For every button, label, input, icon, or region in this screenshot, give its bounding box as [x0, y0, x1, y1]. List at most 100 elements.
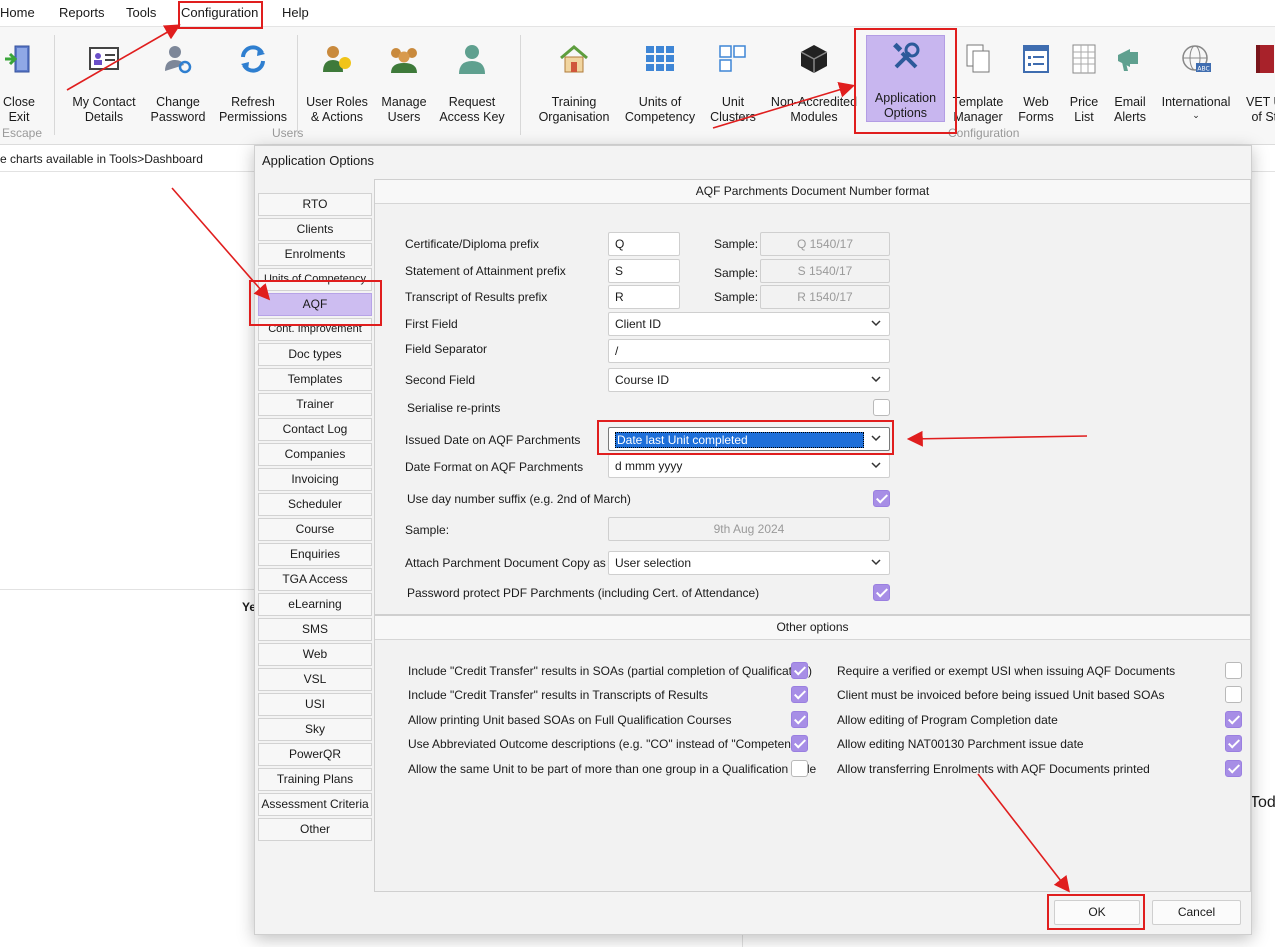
sidebar-item-vsl[interactable]: VSL: [258, 668, 372, 691]
sidebar-item-rto[interactable]: RTO: [258, 193, 372, 216]
option-checkbox[interactable]: [1225, 735, 1242, 752]
date-format-select[interactable]: d mmm yyyy: [608, 454, 890, 478]
sidebar-item-invoicing[interactable]: Invoicing: [258, 468, 372, 491]
first-field-select[interactable]: Client ID: [608, 312, 890, 336]
sidebar-item-cont-improvement[interactable]: Cont. Improvement: [258, 318, 372, 341]
sidebar-item-training-plans[interactable]: Training Plans: [258, 768, 372, 791]
my-contact-details-button[interactable]: My Contact Details: [70, 41, 138, 125]
sidebar-item-templates[interactable]: Templates: [258, 368, 372, 391]
cert-prefix-input[interactable]: Q: [608, 232, 680, 256]
web-forms-button[interactable]: Web Forms: [1014, 41, 1058, 125]
attach-copy-label: Attach Parchment Document Copy as: [405, 556, 606, 570]
aqf-panel-header: AQF Parchments Document Number format: [375, 180, 1250, 204]
close-exit-button[interactable]: Close Exit: [0, 41, 38, 125]
tools-wrench-icon: [888, 41, 924, 73]
option-checkbox[interactable]: [791, 760, 808, 777]
first-field-label: First Field: [405, 317, 458, 331]
soa-prefix-input[interactable]: S: [608, 259, 680, 283]
sidebar-item-trainer[interactable]: Trainer: [258, 393, 372, 416]
international-label: International: [1161, 95, 1231, 109]
sidebar-item-course[interactable]: Course: [258, 518, 372, 541]
email-alerts-label: Email Alerts: [1114, 95, 1146, 124]
option-checkbox[interactable]: [791, 735, 808, 752]
menu-reports[interactable]: Reports: [59, 5, 105, 20]
divider: [742, 935, 743, 947]
date-sample-field: 9th Aug 2024: [608, 517, 890, 541]
ribbon: Close Exit Escape My Contact Details Cha…: [0, 27, 1275, 145]
international-button[interactable]: ABC International ⌄: [1160, 41, 1232, 120]
user-roles-button[interactable]: User Roles & Actions: [306, 41, 368, 125]
partial-label: Tod: [1250, 794, 1275, 811]
attach-copy-select[interactable]: User selection: [608, 551, 890, 575]
menu-configuration[interactable]: Configuration: [181, 5, 258, 20]
sidebar-item-assessment-criteria[interactable]: Assessment Criteria: [258, 793, 372, 816]
sidebar-item-elearning[interactable]: eLearning: [258, 593, 372, 616]
option-checkbox[interactable]: [1225, 686, 1242, 703]
close-exit-label: Close Exit: [3, 95, 35, 124]
email-alerts-button[interactable]: Email Alerts: [1110, 41, 1150, 125]
application-options-button[interactable]: Application Options: [866, 35, 945, 122]
vet-button[interactable]: VET U of St: [1246, 41, 1275, 125]
sidebar-item-enquiries[interactable]: Enquiries: [258, 543, 372, 566]
serialise-checkbox[interactable]: [873, 399, 890, 416]
sidebar-item-usi[interactable]: USI: [258, 693, 372, 716]
spreadsheet-icon: [1066, 41, 1102, 77]
sidebar-item-other[interactable]: Other: [258, 818, 372, 841]
sidebar-item-doc-types[interactable]: Doc types: [258, 343, 372, 366]
option-checkbox[interactable]: [1225, 662, 1242, 679]
manage-users-button[interactable]: Manage Users: [378, 41, 430, 125]
sidebar-item-powerqr[interactable]: PowerQR: [258, 743, 372, 766]
issued-date-label: Issued Date on AQF Parchments: [405, 433, 581, 447]
issued-date-select[interactable]: Date last Unit completed: [608, 427, 890, 451]
units-of-competency-button[interactable]: Units of Competency: [624, 41, 696, 125]
ok-button[interactable]: OK: [1054, 900, 1140, 925]
globe-abc-icon: ABC: [1178, 41, 1214, 77]
request-access-key-button[interactable]: Request Access Key: [439, 41, 505, 125]
date-format-value: d mmm yyyy: [615, 459, 683, 473]
separator-input[interactable]: /: [608, 339, 890, 363]
option-checkbox[interactable]: [791, 711, 808, 728]
configuration-group-label: Configuration: [948, 126, 1020, 140]
cancel-button[interactable]: Cancel: [1152, 900, 1241, 925]
sidebar-item-aqf[interactable]: AQF: [258, 293, 372, 316]
transcript-prefix-input[interactable]: R: [608, 285, 680, 309]
training-organisation-button[interactable]: Training Organisation: [538, 41, 610, 125]
chevron-down-icon: [871, 559, 881, 566]
refresh-icon: [235, 41, 271, 77]
ribbon-separator: [520, 35, 521, 135]
sidebar-item-scheduler[interactable]: Scheduler: [258, 493, 372, 516]
sample-label: Sample:: [714, 290, 759, 304]
other-options-header: Other options: [375, 616, 1250, 640]
option-checkbox[interactable]: [791, 686, 808, 703]
sidebar-item-enrolments[interactable]: Enrolments: [258, 243, 372, 266]
unit-clusters-button[interactable]: Unit Clusters: [710, 41, 756, 125]
sidebar-item-sky[interactable]: Sky: [258, 718, 372, 741]
sidebar-item-tga-access[interactable]: TGA Access: [258, 568, 372, 591]
change-password-button[interactable]: Change Password: [150, 41, 206, 125]
sidebar-item-companies[interactable]: Companies: [258, 443, 372, 466]
option-checkbox[interactable]: [1225, 760, 1242, 777]
option-checkbox[interactable]: [791, 662, 808, 679]
template-manager-button[interactable]: Template Manager: [950, 41, 1006, 125]
day-suffix-label: Use day number suffix (e.g. 2nd of March…: [407, 492, 631, 506]
price-list-button[interactable]: Price List: [1066, 41, 1102, 125]
day-suffix-checkbox[interactable]: [873, 490, 890, 507]
sidebar-item-sms[interactable]: SMS: [258, 618, 372, 641]
sidebar-item-contact-log[interactable]: Contact Log: [258, 418, 372, 441]
sidebar-item-clients[interactable]: Clients: [258, 218, 372, 241]
second-field-select[interactable]: Course ID: [608, 368, 890, 392]
non-accredited-modules-button[interactable]: Non-Accredited Modules: [768, 41, 860, 125]
menu-tools[interactable]: Tools: [126, 5, 156, 20]
refresh-permissions-button[interactable]: Refresh Permissions: [218, 41, 288, 125]
menu-home[interactable]: Home: [0, 5, 35, 20]
divider: [0, 171, 254, 172]
sidebar-item-units-of-competency[interactable]: Units of Competency: [258, 268, 372, 291]
option-label: Client must be invoiced before being iss…: [837, 688, 1165, 702]
menu-help[interactable]: Help: [282, 5, 309, 20]
password-protect-label: Password protect PDF Parchments (includi…: [407, 586, 760, 600]
option-checkbox[interactable]: [1225, 711, 1242, 728]
password-protect-checkbox[interactable]: [873, 584, 890, 601]
application-options-label: Application Options: [874, 91, 937, 120]
sidebar-item-web[interactable]: Web: [258, 643, 372, 666]
sample-label: Sample:: [714, 237, 759, 251]
